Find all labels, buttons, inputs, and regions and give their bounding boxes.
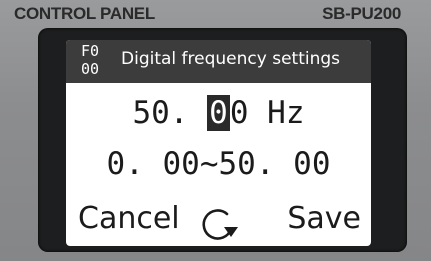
cancel-button[interactable]: Cancel xyxy=(78,201,180,236)
value-prefix: 50. xyxy=(132,95,189,131)
panel-model-label: SB-PU200 xyxy=(322,4,401,23)
panel-title: CONTROL PANEL xyxy=(14,4,155,23)
screen-title: Digital frequency settings xyxy=(121,49,340,69)
value-spacer xyxy=(188,95,207,131)
function-code: F0 00 xyxy=(81,42,109,78)
function-code-number: 00 xyxy=(81,60,100,78)
frequency-value[interactable]: 50. 00 Hz xyxy=(66,95,371,131)
screen-header: F0 00 Digital frequency settings xyxy=(66,40,371,83)
rotate-clockwise-icon[interactable] xyxy=(197,203,241,243)
value-unit: Hz xyxy=(248,95,305,131)
lcd-screen: F0 00 Digital frequency settings 50. 00 … xyxy=(66,40,371,246)
save-button[interactable]: Save xyxy=(287,201,361,236)
edit-cursor-digit[interactable]: 0 xyxy=(207,95,230,131)
function-code-group: F0 xyxy=(81,42,100,60)
value-last-digit: 0 xyxy=(229,95,249,131)
frequency-range: 0. 00~50. 00 xyxy=(106,146,331,182)
control-panel: CONTROL PANEL SB-PU200 F0 00 Digital fre… xyxy=(0,0,431,261)
